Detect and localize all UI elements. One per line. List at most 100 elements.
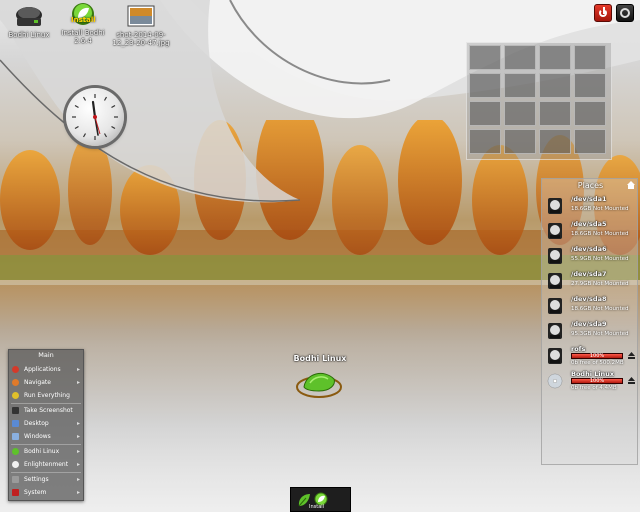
place-item[interactable]: /dev/sda8 18.6GB Not Mounted	[545, 295, 637, 319]
menu-item-label: Applications	[24, 366, 61, 373]
menu-divider	[11, 444, 81, 445]
install-badge: Install	[71, 16, 96, 24]
place-status: 95.3GB Not Mounted	[571, 331, 629, 337]
hard-drive-icon	[548, 348, 562, 364]
desktop-icon-bodhi-linux[interactable]: Bodhi Linux	[0, 4, 60, 39]
main-menu: Main Applications ▸ Navigate ▸ Run Every…	[8, 349, 84, 501]
menu-item-label: Bodhi Linux	[24, 448, 60, 455]
menu-item-enlightenment[interactable]: Enlightenment ▸	[10, 459, 82, 470]
place-item[interactable]: /dev/sda6 55.9GB Not Mounted	[545, 245, 637, 269]
pager-desktop[interactable]	[504, 129, 536, 154]
place-status: 0b free of 500.2MB	[571, 360, 624, 366]
bodhi-icon	[12, 448, 19, 455]
places-title: Places	[577, 181, 604, 190]
pager-desktop[interactable]	[539, 101, 571, 126]
menu-item-label: Windows	[24, 433, 51, 440]
menu-title: Main	[38, 351, 54, 359]
pager-desktop[interactable]	[469, 129, 501, 154]
submenu-arrow-icon: ▸	[77, 433, 81, 440]
place-status: 0b free of 4.4MB	[571, 385, 617, 391]
pager-desktop[interactable]	[469, 45, 501, 70]
pager-desktop[interactable]	[504, 101, 536, 126]
submenu-arrow-icon: ▸	[77, 476, 81, 483]
pager-desktop[interactable]	[469, 73, 501, 98]
pager-desktop[interactable]	[469, 101, 501, 126]
place-item[interactable]: /dev/sda1 18.6GB Not Mounted	[545, 195, 637, 219]
menu-item-label: Run Everything	[24, 392, 70, 399]
drive-icon	[14, 4, 44, 30]
place-item[interactable]: /dev/sda5 18.6GB Not Mounted	[545, 220, 637, 244]
hard-drive-icon	[548, 298, 562, 314]
places-gadget: Places /dev/sda1 18.6GB Not Mounted /dev…	[541, 178, 638, 465]
menu-item-label: Enlightenment	[24, 461, 69, 468]
power-button[interactable]	[594, 4, 612, 22]
menu-item-navigate[interactable]: Navigate ▸	[10, 377, 82, 388]
menu-item-run-everything[interactable]: Run Everything	[10, 390, 82, 401]
place-name: rofs	[571, 345, 586, 353]
pager-desktop[interactable]	[504, 73, 536, 98]
install-bodhi-icon: Install	[68, 2, 98, 28]
place-item[interactable]: /dev/sda9 95.3GB Not Mounted	[545, 320, 637, 344]
virtual-desktop-pager	[466, 42, 612, 160]
run-icon	[12, 392, 19, 399]
eject-icon[interactable]	[627, 351, 636, 360]
image-file-icon	[126, 4, 156, 30]
place-item-mounted[interactable]: rofs 100% 0b free of 500.2MB	[545, 345, 637, 369]
desktop-icon	[12, 420, 19, 427]
bodhi-logo-icon	[296, 372, 342, 398]
pager-desktop[interactable]	[574, 129, 606, 154]
cd-disc-icon	[547, 373, 563, 389]
system-icon	[12, 489, 19, 496]
menu-item-applications[interactable]: Applications ▸	[10, 364, 82, 375]
place-name: /dev/sda9	[571, 320, 607, 328]
pager-desktop[interactable]	[539, 45, 571, 70]
settings-icon	[12, 476, 19, 483]
pager-desktop[interactable]	[539, 73, 571, 98]
pager-desktop[interactable]	[574, 101, 606, 126]
desktop-icon-install-bodhi[interactable]: Install Install Bodhi 2.6.4	[52, 2, 114, 45]
menu-item-bodhi-linux[interactable]: Bodhi Linux ▸	[10, 446, 82, 457]
pager-desktop[interactable]	[539, 129, 571, 154]
menu-item-label: System	[24, 489, 47, 496]
taskbar: Install	[290, 487, 351, 512]
menu-item-desktop[interactable]: Desktop ▸	[10, 418, 82, 429]
menu-item-label: Navigate	[24, 379, 51, 386]
pager-desktop[interactable]	[504, 45, 536, 70]
navigate-icon	[12, 379, 19, 386]
bodhi-logo-label: Bodhi Linux	[293, 354, 347, 363]
place-item[interactable]: /dev/sda7 27.9GB Not Mounted	[545, 270, 637, 294]
menu-item-take-screenshot[interactable]: Take Screenshot	[10, 405, 82, 416]
hard-drive-icon	[548, 323, 562, 339]
usage-percent: 100%	[589, 378, 605, 384]
menu-divider	[11, 472, 81, 473]
place-status: 18.6GB Not Mounted	[571, 306, 629, 312]
pager-desktop[interactable]	[574, 73, 606, 98]
menu-item-label: Take Screenshot	[24, 407, 73, 414]
place-item-mounted[interactable]: Bodhi Linux 100% 0b free of 4.4MB	[545, 370, 637, 394]
desktop[interactable]: Bodhi Linux Install Install Bodhi 2.6.4 …	[0, 0, 640, 512]
place-name: Bodhi Linux	[571, 370, 615, 378]
pager-desktop[interactable]	[574, 45, 606, 70]
menu-divider	[11, 403, 81, 404]
clock-gadget[interactable]	[66, 88, 124, 146]
eject-icon[interactable]	[627, 376, 636, 385]
menu-item-settings[interactable]: Settings ▸	[10, 474, 82, 485]
settings-gear-button[interactable]	[616, 4, 634, 22]
place-name: /dev/sda7	[571, 270, 607, 278]
system-buttons	[592, 2, 638, 24]
desktop-icon-label: shot-2014-09-12_23-20-47.jpg	[112, 31, 170, 47]
applications-icon	[12, 366, 19, 373]
menu-item-windows[interactable]: Windows ▸	[10, 431, 82, 442]
submenu-arrow-icon: ▸	[77, 489, 81, 496]
submenu-arrow-icon: ▸	[77, 379, 81, 386]
menu-item-system[interactable]: System ▸	[10, 487, 82, 498]
windows-icon	[12, 433, 19, 440]
desktop-icon-screenshot-file[interactable]: shot-2014-09-12_23-20-47.jpg	[110, 4, 172, 47]
submenu-arrow-icon: ▸	[77, 448, 81, 455]
usage-bar: 100%	[571, 353, 623, 359]
place-name: /dev/sda1	[571, 195, 607, 203]
home-icon[interactable]	[626, 180, 636, 190]
place-status: 55.9GB Not Mounted	[571, 256, 629, 262]
submenu-arrow-icon: ▸	[77, 420, 81, 427]
place-name: /dev/sda8	[571, 295, 607, 303]
